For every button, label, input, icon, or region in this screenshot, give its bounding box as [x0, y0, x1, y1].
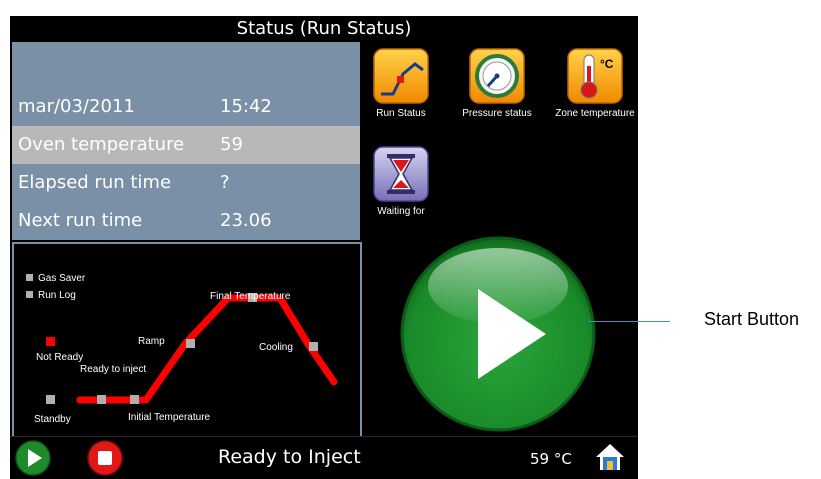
run-status-text: Ready to Inject — [218, 446, 361, 468]
waiting-for-label: Waiting for — [377, 206, 425, 217]
standby-marker — [46, 395, 55, 404]
label-not-ready: Not Ready — [36, 352, 83, 363]
bottom-status-bar: Ready to Inject 59 °C — [10, 436, 638, 479]
label-ramp: Ramp — [138, 336, 165, 347]
zone-temperature-tile[interactable]: °C Zone temperature — [555, 48, 635, 119]
pressure-status-icon — [469, 48, 525, 104]
row-value: 23.06 — [220, 210, 272, 231]
play-icon[interactable] — [14, 439, 52, 477]
run-status-tile[interactable]: Run Status — [373, 48, 429, 119]
zone-temperature-label: Zone temperature — [555, 108, 635, 119]
instrument-screen: Status (Run Status) mar/03/2011 15:42 Ov… — [10, 16, 638, 479]
run-state-diagram-svg: Gas Saver Run Log Not Ready Ready to inj… — [26, 273, 338, 425]
waiting-for-icon — [373, 146, 429, 202]
row-label: Oven temperature — [18, 134, 185, 155]
not-ready-marker — [46, 337, 55, 346]
label-final-temperature: Final Temperature — [210, 291, 291, 302]
elapsed-run-time-row: Elapsed run time ? — [12, 164, 360, 202]
time-value: 15:42 — [220, 96, 272, 117]
cooling-marker — [309, 342, 318, 351]
row-value: ? — [220, 172, 230, 193]
zone-temperature-icon: °C — [567, 48, 623, 104]
legend-swatch-run-log — [26, 291, 33, 298]
start-button-callout-line — [588, 321, 670, 322]
label-initial-temperature: Initial Temperature — [128, 412, 211, 423]
label-standby: Standby — [34, 414, 71, 425]
start-button[interactable] — [398, 234, 598, 434]
window-title: Status (Run Status) — [236, 18, 412, 39]
date-time-row: mar/03/2011 15:42 — [12, 88, 360, 126]
label-ready-to-inject: Ready to inject — [80, 364, 146, 375]
row-label: Elapsed run time — [18, 172, 172, 193]
initial-temperature-marker — [130, 395, 139, 404]
run-status-label: Run Status — [376, 108, 426, 119]
run-state-path — [76, 294, 338, 404]
pressure-status-tile[interactable]: Pressure status — [462, 48, 532, 119]
legend-run-log: Run Log — [38, 290, 76, 301]
celsius-badge: °C — [600, 57, 614, 71]
stop-icon[interactable] — [86, 439, 124, 477]
legend-gas-saver: Gas Saver — [38, 273, 86, 284]
row-label: Next run time — [18, 210, 143, 231]
date-value: mar/03/2011 — [18, 96, 135, 117]
start-button-callout-label: Start Button — [704, 309, 800, 329]
run-status-icon — [373, 48, 429, 104]
legend-swatch-gas-saver — [26, 274, 33, 281]
next-run-time-row: Next run time 23.06 — [12, 202, 360, 240]
waiting-for-tile[interactable]: Waiting for — [373, 146, 429, 217]
start-play-icon — [400, 236, 596, 432]
label-cooling: Cooling — [259, 342, 293, 353]
home-icon[interactable] — [594, 441, 626, 473]
pressure-status-label: Pressure status — [462, 108, 532, 119]
ready-to-inject-marker — [97, 395, 106, 404]
row-value: 59 — [220, 134, 243, 155]
status-table: mar/03/2011 15:42 Oven temperature 59 El… — [12, 42, 360, 240]
oven-temperature-row: Oven temperature 59 — [12, 126, 360, 164]
run-state-diagram: Gas Saver Run Log Not Ready Ready to inj… — [12, 242, 362, 438]
title-bar: Status (Run Status) — [10, 16, 638, 42]
ramp-marker — [186, 339, 195, 348]
oven-temperature-readout: 59 °C — [530, 450, 572, 468]
